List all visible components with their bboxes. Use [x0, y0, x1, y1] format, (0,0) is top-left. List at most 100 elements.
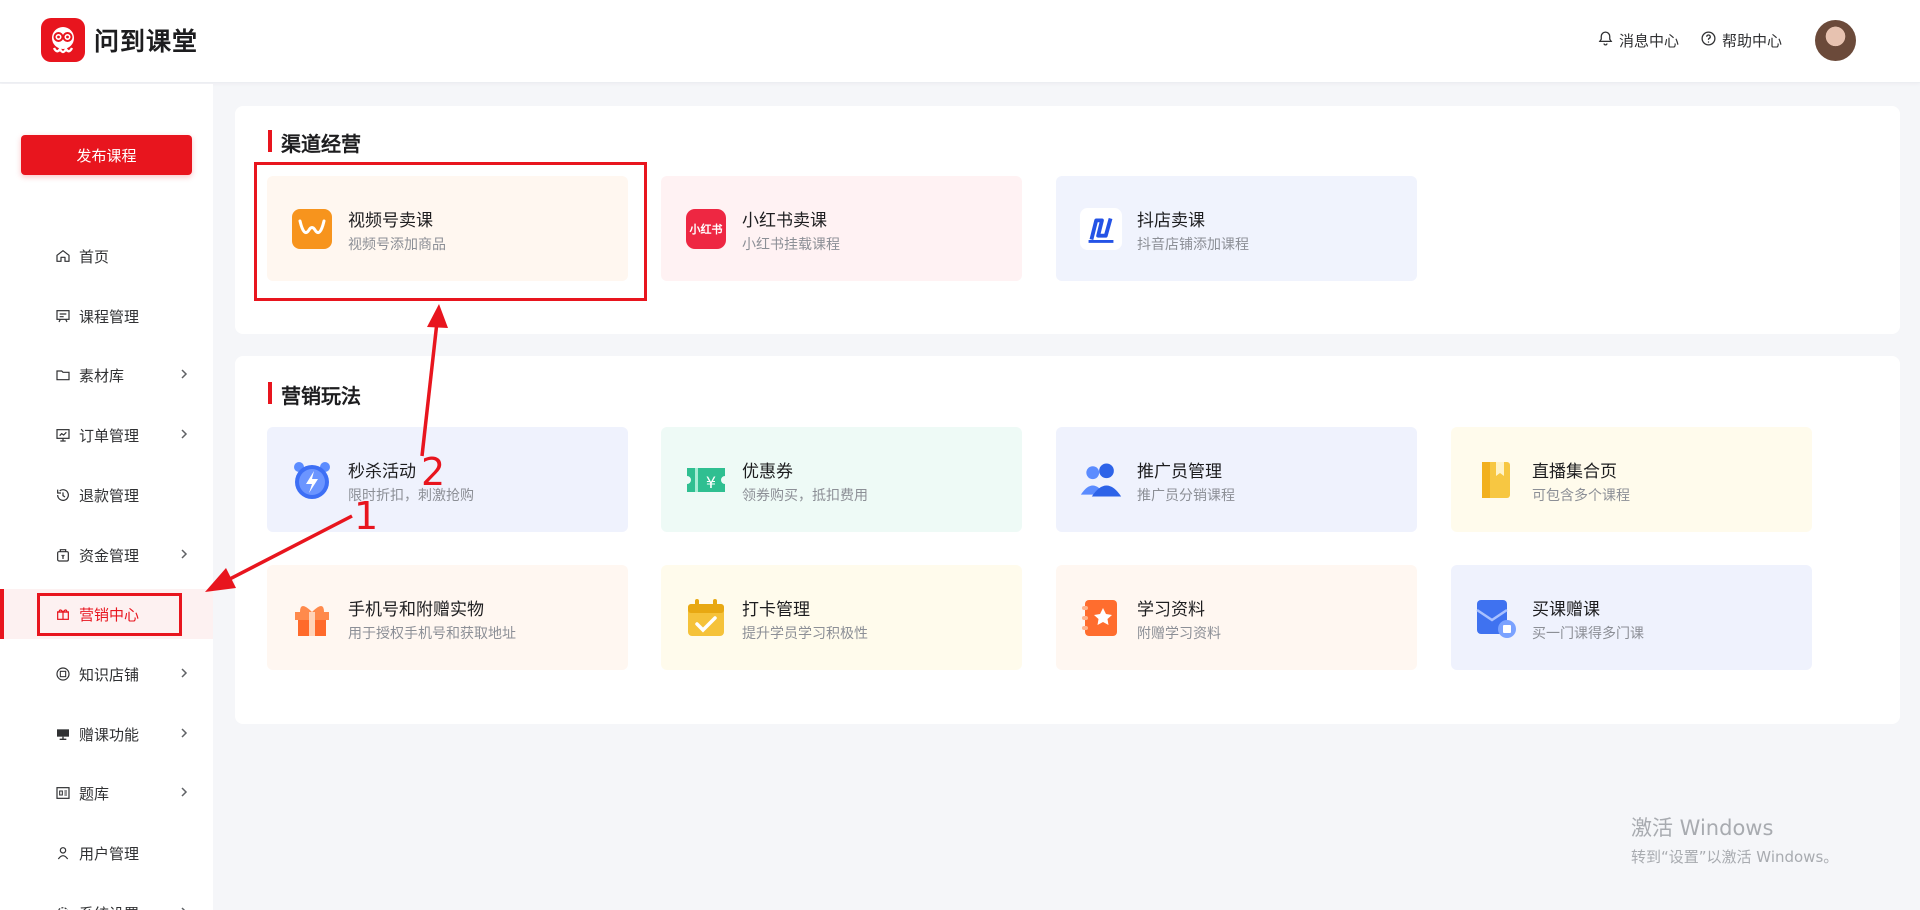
settings-icon — [55, 905, 71, 910]
card-buy-get-course[interactable]: 买课赠课 买一门课得多门课 — [1451, 565, 1812, 670]
chevron-right-icon — [177, 367, 191, 381]
sidebar-item-11[interactable]: 用户管理 — [0, 828, 213, 878]
card-title: 优惠券 — [742, 462, 793, 482]
douyin-shop-icon — [1079, 207, 1123, 251]
sidebar-item-2[interactable]: 课程管理 — [0, 291, 213, 341]
annotation-number-two: 2 — [421, 450, 446, 494]
messages-link[interactable]: 消息中心 — [1597, 30, 1679, 51]
chevron-right-icon — [177, 427, 191, 441]
card-title: 秒杀活动 — [348, 462, 416, 482]
chevron-right-icon — [177, 905, 191, 910]
brand-name: 问到课堂 — [94, 27, 199, 56]
card-desc: 可包含多个课程 — [1532, 488, 1630, 504]
calendar-check-icon — [684, 596, 728, 640]
sidebar-item-label: 赠课功能 — [79, 725, 140, 744]
annotation-number-one: 1 — [354, 494, 379, 538]
folder-icon — [55, 367, 71, 383]
home-icon — [55, 248, 71, 264]
marketing-panel: 营销玩法 秒杀活动 限时折扣，刺激抢购 ¥ 优惠券 领券购买，抵扣费用 推广员管… — [235, 356, 1900, 724]
sidebar-item-label: 用户管理 — [79, 844, 140, 863]
sidebar-item-4[interactable]: 订单管理 — [0, 410, 213, 460]
xiaohongshu-icon-text: 小红书 — [686, 209, 726, 249]
sidebar-item-9[interactable]: 赠课功能 — [0, 709, 213, 759]
messages-label: 消息中心 — [1619, 32, 1680, 50]
sidebar-item-1[interactable]: 首页 — [0, 231, 213, 281]
card-douyin-shop[interactable]: 抖店卖课 抖音店铺添加课程 — [1056, 176, 1417, 281]
card-xiaohongshu[interactable]: 小红书 小红书卖课 小红书挂载课程 — [661, 176, 1022, 281]
chevron-right-icon — [177, 666, 191, 680]
sidebar: 发布课程 首页 课程管理 素材库 订单管理 退款管理 资金管理 营销中心 知识店铺 赠课功能 题库… — [0, 84, 213, 910]
svg-text:¥: ¥ — [706, 473, 716, 492]
card-desc: 小红书挂载课程 — [742, 237, 840, 253]
sidebar-item-8[interactable]: 知识店铺 — [0, 649, 213, 699]
annotation-box-video-channel — [254, 162, 647, 301]
chevron-right-icon — [177, 785, 191, 799]
help-link[interactable]: 帮助中心 — [1700, 30, 1782, 51]
mail-gift-icon — [1474, 596, 1518, 640]
alarm-clock-icon — [290, 458, 334, 502]
coupon-icon: ¥ — [684, 458, 728, 502]
logo-icon[interactable] — [41, 18, 85, 62]
card-title: 推广员管理 — [1137, 462, 1222, 482]
help-label: 帮助中心 — [1722, 32, 1783, 50]
windows-activation-watermark: 激活 Windows 转到“设置”以激活 Windows。 — [1631, 812, 1838, 867]
card-desc: 附赠学习资料 — [1137, 626, 1221, 642]
card-desc: 推广员分销课程 — [1137, 488, 1235, 504]
sidebar-item-label: 知识店铺 — [79, 665, 140, 684]
card-title: 抖店卖课 — [1137, 211, 1205, 231]
avatar[interactable] — [1815, 20, 1856, 61]
sidebar-item-label: 订单管理 — [79, 426, 140, 445]
card-title: 学习资料 — [1137, 600, 1205, 620]
card-checkin[interactable]: 打卡管理 提升学员学习积极性 — [661, 565, 1022, 670]
present-icon — [55, 726, 71, 742]
card-desc: 买一门课得多门课 — [1532, 626, 1644, 642]
watermark-line1: 激活 Windows — [1631, 816, 1774, 840]
help-icon — [1700, 30, 1717, 51]
card-live-collection[interactable]: 直播集合页 可包含多个课程 — [1451, 427, 1812, 532]
gift-box-icon — [290, 596, 334, 640]
sidebar-item-label: 题库 — [79, 784, 110, 803]
bookmark-book-icon — [1474, 458, 1518, 502]
sidebar-item-label: 素材库 — [79, 366, 125, 385]
sidebar-item-label: 首页 — [79, 247, 110, 266]
card-title: 打卡管理 — [742, 600, 810, 620]
card-desc: 领券购买，抵扣费用 — [742, 488, 868, 504]
marketing-title: 营销玩法 — [268, 380, 361, 409]
sidebar-item-label: 资金管理 — [79, 546, 140, 565]
sidebar-item-label: 课程管理 — [79, 307, 140, 326]
order-icon — [55, 427, 71, 443]
publish-course-button[interactable]: 发布课程 — [21, 135, 192, 175]
chevron-right-icon — [177, 726, 191, 740]
card-study-material[interactable]: 学习资料 附赠学习资料 — [1056, 565, 1417, 670]
card-title: 小红书卖课 — [742, 211, 827, 231]
sidebar-item-12[interactable]: 系统设置 — [0, 888, 213, 910]
sidebar-item-6[interactable]: 资金管理 — [0, 530, 213, 580]
card-title: 直播集合页 — [1532, 462, 1617, 482]
question-bank-icon — [55, 785, 71, 801]
watermark-line2: 转到“设置”以激活 Windows。 — [1631, 848, 1839, 866]
card-flash-sale[interactable]: 秒杀活动 限时折扣，刺激抢购 — [267, 427, 628, 532]
bell-icon — [1597, 30, 1614, 51]
channel-title: 渠道经营 — [268, 128, 361, 157]
card-desc: 用于授权手机号和获取地址 — [348, 626, 516, 642]
annotation-box-marketing — [37, 593, 182, 636]
xiaohongshu-icon: 小红书 — [684, 207, 728, 251]
course-icon — [55, 308, 71, 324]
user-icon — [55, 845, 71, 861]
card-title: 手机号和附赠实物 — [348, 600, 484, 620]
users-group-icon — [1079, 458, 1123, 502]
sidebar-item-5[interactable]: 退款管理 — [0, 470, 213, 520]
shop-icon — [55, 666, 71, 682]
card-promoter[interactable]: 推广员管理 推广员分销课程 — [1056, 427, 1417, 532]
sidebar-item-label: 退款管理 — [79, 486, 140, 505]
sidebar-item-3[interactable]: 素材库 — [0, 350, 213, 400]
chevron-right-icon — [177, 547, 191, 561]
card-desc: 提升学员学习积极性 — [742, 626, 868, 642]
wallet-icon — [55, 547, 71, 563]
card-coupon[interactable]: ¥ 优惠券 领券购买，抵扣费用 — [661, 427, 1022, 532]
sidebar-item-label: 系统设置 — [79, 903, 139, 910]
card-phone-gift[interactable]: 手机号和附赠实物 用于授权手机号和获取地址 — [267, 565, 628, 670]
top-header: 问到课堂 消息中心 帮助中心 — [0, 0, 1920, 83]
card-title: 买课赠课 — [1532, 600, 1600, 620]
sidebar-item-10[interactable]: 题库 — [0, 768, 213, 818]
